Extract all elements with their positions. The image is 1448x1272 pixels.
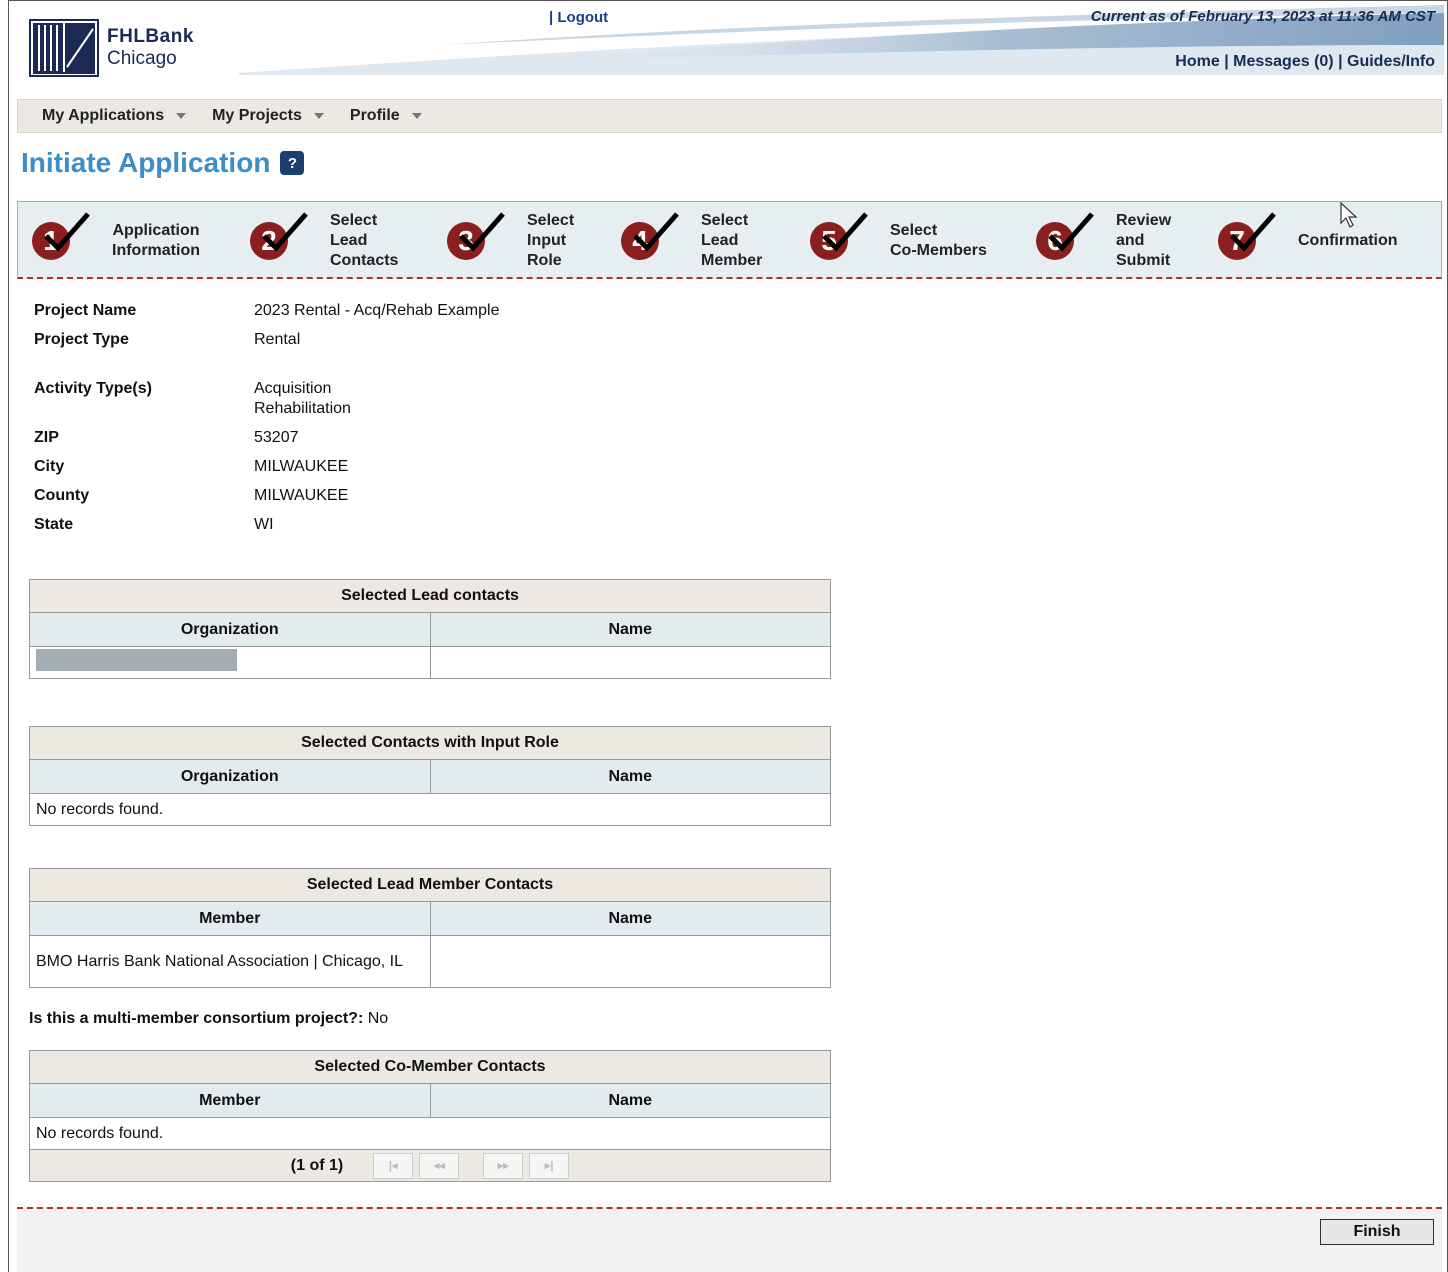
logo-line2: Chicago bbox=[107, 48, 177, 69]
step-1: 1 Application Information bbox=[32, 208, 200, 274]
last-page-icon[interactable]: ▸| bbox=[529, 1152, 570, 1179]
info-row: Project Type Rental bbox=[34, 331, 301, 348]
checkmark-icon bbox=[44, 212, 90, 252]
step-3: 3 Select Input Role bbox=[447, 208, 574, 274]
name-cell bbox=[429, 646, 831, 679]
co-member-table: Selected Co-Member Contacts Member Name N… bbox=[29, 1050, 831, 1182]
column-header: Name bbox=[429, 612, 831, 647]
step-4: 4 Select Lead Member bbox=[621, 208, 762, 274]
column-header: Member bbox=[29, 1083, 431, 1118]
table-caption: Selected Contacts with Input Role bbox=[29, 726, 831, 760]
table-caption: Selected Lead Member Contacts bbox=[29, 868, 831, 902]
input-role-table: Selected Contacts with Input Role Organi… bbox=[29, 726, 831, 826]
prev-page-icon[interactable]: ◂◂ bbox=[419, 1152, 460, 1179]
step-7: 7 Confirmation bbox=[1218, 208, 1398, 274]
step-number: 6 bbox=[1036, 212, 1094, 260]
checkmark-icon bbox=[633, 212, 679, 252]
first-page-icon[interactable]: |◂ bbox=[373, 1152, 414, 1179]
page-title: Initiate Application bbox=[21, 147, 271, 178]
checkmark-icon bbox=[262, 212, 308, 252]
finish-button[interactable]: Finish bbox=[1320, 1219, 1434, 1245]
empty-message: No records found. bbox=[29, 793, 831, 826]
main-menubar: My Applications My Projects Profile bbox=[17, 99, 1442, 133]
column-header: Name bbox=[429, 901, 831, 936]
redacted-block bbox=[36, 649, 237, 671]
app-frame: FHLBank Chicago | Logout Current as of F… bbox=[8, 0, 1448, 1272]
step-label: Select Lead Contacts bbox=[330, 212, 399, 269]
home-link[interactable]: Home bbox=[1175, 53, 1219, 70]
checkmark-icon bbox=[1048, 212, 1094, 252]
logout-link[interactable]: | Logout bbox=[549, 9, 608, 26]
consortium-answer: No bbox=[363, 1010, 389, 1027]
lead-member-table: Selected Lead Member Contacts Member Name… bbox=[29, 868, 831, 988]
step-6: 6 Review and Submit bbox=[1036, 208, 1171, 274]
link-sep: | bbox=[1219, 53, 1234, 70]
chevron-down-icon bbox=[411, 113, 422, 119]
organization-cell bbox=[29, 646, 431, 679]
step-number: 7 bbox=[1218, 212, 1276, 260]
guides-info-link[interactable]: Guides/Info bbox=[1347, 53, 1435, 70]
step-number: 4 bbox=[621, 212, 679, 260]
page-title-area: Initiate Application ? bbox=[21, 147, 305, 179]
fhlbank-logo[interactable]: FHLBank Chicago bbox=[29, 19, 194, 77]
main-content: Project Name 2023 Rental - Acq/Rehab Exam… bbox=[17, 281, 1442, 1206]
table-caption: Selected Lead contacts bbox=[29, 579, 831, 613]
name-cell bbox=[429, 935, 831, 988]
link-sep: | bbox=[1333, 53, 1347, 70]
wizard-steps: 1 Application Information 2 Select Lead … bbox=[17, 201, 1442, 279]
paginator: (1 of 1) |◂ ◂◂ ▸▸ ▸| bbox=[29, 1149, 831, 1182]
column-header: Organization bbox=[29, 612, 431, 647]
menu-my-applications[interactable]: My Applications bbox=[42, 107, 187, 125]
step-label: Confirmation bbox=[1298, 232, 1398, 249]
checkmark-icon bbox=[1230, 212, 1276, 252]
table-row[interactable] bbox=[29, 646, 831, 679]
table-row[interactable]: BMO Harris Bank National Association | C… bbox=[29, 935, 831, 988]
lead-contacts-table: Selected Lead contacts Organization Name bbox=[29, 579, 831, 679]
project-info: Project Name 2023 Rental - Acq/Rehab Exam… bbox=[34, 301, 499, 544]
info-row: ZIP 53207 bbox=[34, 429, 299, 446]
member-cell: BMO Harris Bank National Association | C… bbox=[29, 935, 431, 988]
step-number: 5 bbox=[810, 212, 868, 260]
step-label: Select Co-Members bbox=[890, 222, 987, 259]
column-header: Name bbox=[429, 1083, 831, 1118]
consortium-question: Is this a multi-member consortium projec… bbox=[29, 1010, 389, 1027]
messages-link[interactable]: Messages (0) bbox=[1233, 53, 1334, 70]
empty-message: No records found. bbox=[29, 1117, 831, 1150]
menu-my-projects[interactable]: My Projects bbox=[212, 107, 324, 125]
checkmark-icon bbox=[459, 212, 505, 252]
logo-line1: FHLBank bbox=[107, 26, 194, 47]
column-header: Organization bbox=[29, 759, 431, 794]
step-label: Review and Submit bbox=[1116, 212, 1172, 269]
logo-mark-icon bbox=[29, 19, 99, 77]
step-label: Application Information bbox=[112, 222, 200, 259]
checkmark-icon bbox=[822, 212, 868, 252]
mouse-cursor-icon bbox=[1340, 201, 1358, 228]
help-icon[interactable]: ? bbox=[280, 151, 305, 175]
info-row: City MILWAUKEE bbox=[34, 458, 349, 475]
step-number: 2 bbox=[250, 212, 308, 260]
header: FHLBank Chicago | Logout Current as of F… bbox=[9, 1, 1448, 93]
next-page-icon[interactable]: ▸▸ bbox=[483, 1152, 524, 1179]
step-number: 1 bbox=[32, 212, 90, 260]
info-row: County MILWAUKEE bbox=[34, 487, 349, 504]
current-as-of: Current as of February 13, 2023 at 11:36… bbox=[1090, 8, 1435, 25]
chevron-down-icon bbox=[176, 113, 187, 119]
chevron-down-icon bbox=[313, 113, 324, 119]
top-links: Home | Messages (0) | Guides/Info bbox=[1175, 53, 1435, 71]
column-header: Member bbox=[29, 901, 431, 936]
info-row: Activity Type(s) Acquisition Rehabilitati… bbox=[34, 380, 351, 417]
column-header: Name bbox=[429, 759, 831, 794]
table-caption: Selected Co-Member Contacts bbox=[29, 1050, 831, 1084]
step-label: Select Input Role bbox=[527, 212, 575, 269]
step-number: 3 bbox=[447, 212, 505, 260]
step-2: 2 Select Lead Contacts bbox=[250, 208, 398, 274]
step-5: 5 Select Co-Members bbox=[810, 208, 987, 274]
footer-bar: Finish bbox=[17, 1207, 1442, 1272]
step-label: Select Lead Member bbox=[701, 212, 763, 269]
page-indicator: (1 of 1) bbox=[290, 1156, 344, 1174]
info-row: State WI bbox=[34, 516, 274, 533]
menu-profile[interactable]: Profile bbox=[350, 107, 422, 125]
info-row: Project Name 2023 Rental - Acq/Rehab Exam… bbox=[34, 302, 500, 319]
